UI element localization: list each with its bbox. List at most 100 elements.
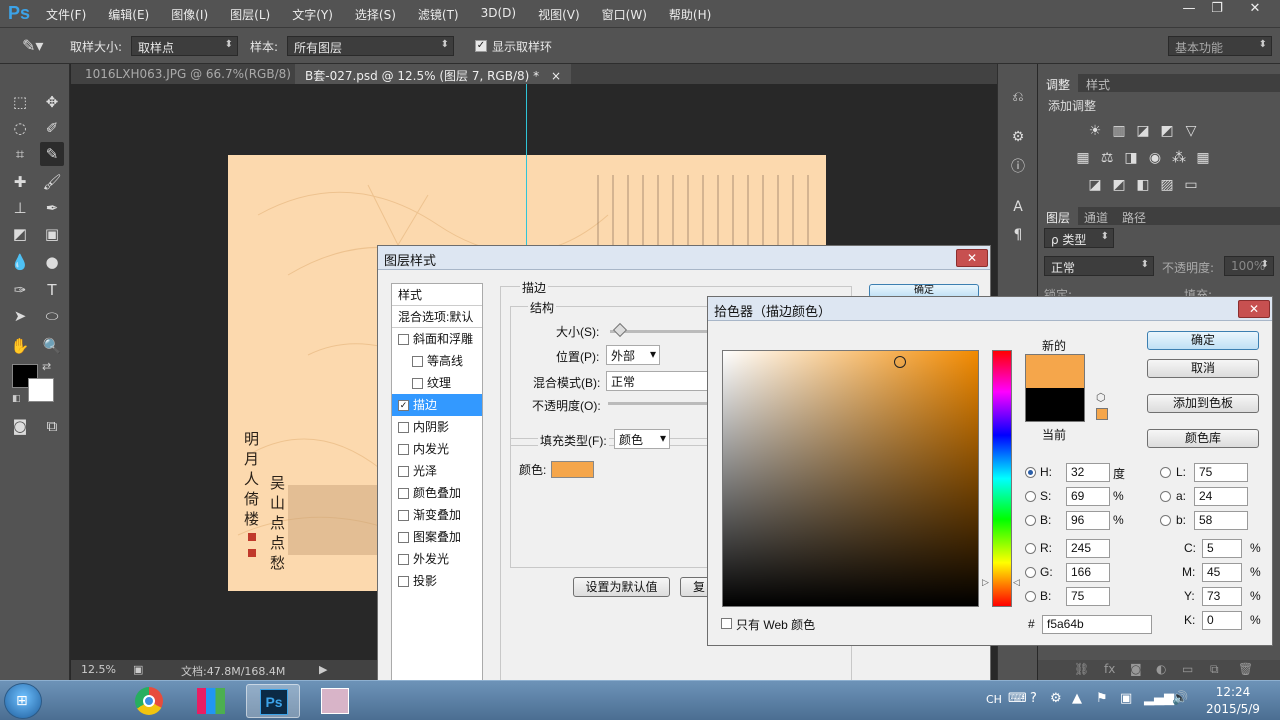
delete-layer-icon[interactable]: 🗑 [1238, 662, 1253, 676]
hue-sat-icon[interactable]: ▦ [1074, 149, 1092, 167]
color-picker-close-icon[interactable]: ✕ [1238, 300, 1270, 318]
selective-color-icon[interactable]: ▨ [1158, 176, 1176, 194]
eyedropper-tool-icon[interactable]: ✎ [40, 142, 64, 166]
style-item-color-overlay[interactable]: 颜色叠加 [392, 482, 482, 504]
h-radio[interactable] [1025, 467, 1036, 478]
lab-b-input[interactable]: 58 [1194, 511, 1248, 530]
start-button[interactable]: ⊞ [4, 683, 42, 719]
path-select-tool-icon[interactable]: ➤ [8, 304, 32, 328]
c-input[interactable]: 5 [1202, 539, 1242, 558]
doc-tab-1[interactable]: 1016LXH063.JPG @ 66.7%(RGB/8) × [75, 64, 323, 84]
gradient-tool-icon[interactable]: ▣ [40, 222, 64, 246]
g-radio[interactable] [1025, 567, 1036, 578]
a-input[interactable]: 24 [1194, 487, 1248, 506]
levels-icon[interactable]: ▥ [1110, 122, 1128, 140]
b-radio[interactable] [1025, 515, 1036, 526]
style-item-satin[interactable]: 光泽 [392, 460, 482, 482]
guide-line[interactable] [526, 84, 527, 254]
tab-layers[interactable]: 图层 [1038, 207, 1079, 225]
chrome-taskbar-icon[interactable] [122, 684, 176, 718]
hue-slider[interactable] [992, 350, 1012, 607]
character-panel-icon[interactable]: A [1009, 198, 1027, 216]
opacity-slider-track[interactable] [608, 402, 708, 405]
a-radio[interactable] [1160, 491, 1171, 502]
checkbox[interactable] [398, 575, 409, 587]
menu-file[interactable]: 文件(F) [46, 6, 98, 23]
checkbox[interactable] [398, 531, 409, 543]
gradient-map-icon[interactable]: ▭ [1182, 176, 1200, 194]
lasso-tool-icon[interactable]: ◌ [8, 116, 32, 140]
workspace-select[interactable]: 基本功能 [1168, 36, 1272, 56]
color-picker-ok-button[interactable]: 确定 [1147, 331, 1259, 350]
link-layers-icon[interactable]: ⛓ [1074, 662, 1089, 676]
style-item-bevel[interactable]: 斜面和浮雕 [392, 328, 482, 350]
s-radio[interactable] [1025, 491, 1036, 502]
hue-slider-right-arrow-icon[interactable]: ◁ [1013, 577, 1020, 588]
clone-stamp-tool-icon[interactable]: ⊥ [8, 196, 32, 220]
marquee-tool-icon[interactable]: ⬚ [8, 90, 32, 114]
current-color-swatch[interactable] [1025, 388, 1085, 422]
r-radio[interactable] [1025, 543, 1036, 554]
vibrance-icon[interactable]: ▽ [1182, 122, 1200, 140]
info-panel-icon[interactable]: ⓘ [1009, 158, 1027, 176]
menu-edit[interactable]: 编辑(E) [108, 6, 161, 23]
new-layer-icon[interactable]: ⧉ [1210, 662, 1219, 677]
add-mask-icon[interactable]: ◙ [1130, 662, 1142, 676]
pen-tool-icon[interactable]: ✑ [8, 278, 32, 302]
style-item-gradient-overlay[interactable]: 渐变叠加 [392, 504, 482, 526]
lab-b-radio[interactable] [1160, 515, 1171, 526]
y-input[interactable]: 73 [1202, 587, 1242, 606]
clock-time[interactable]: 12:24 [1208, 685, 1258, 699]
network-device-icon[interactable]: ▣ [1120, 691, 1132, 706]
healing-brush-tool-icon[interactable]: ✚ [8, 170, 32, 194]
sample-select[interactable]: 所有图层 [287, 36, 454, 56]
tab-adjustments[interactable]: 调整 [1038, 74, 1079, 92]
action-center-icon[interactable]: ⚑ [1096, 691, 1108, 706]
menu-help[interactable]: 帮助(H) [669, 6, 723, 23]
layer-blend-select[interactable]: 正常 [1044, 256, 1154, 276]
blue-radio[interactable] [1025, 591, 1036, 602]
zoom-level[interactable]: 12.5% [81, 663, 116, 676]
volume-icon[interactable]: 🔊 [1172, 691, 1188, 706]
image-viewer-taskbar-icon[interactable] [308, 684, 362, 718]
brightness-icon[interactable]: ☀ [1086, 122, 1104, 140]
history-brush-tool-icon[interactable]: ✒ [40, 196, 64, 220]
doc-tab-2[interactable]: B套-027.psd @ 12.5% (图层 7, RGB/8) * × [295, 64, 572, 84]
saturation-brightness-field[interactable] [722, 350, 979, 607]
menu-select[interactable]: 选择(S) [355, 6, 408, 23]
shape-tool-icon[interactable]: ⬭ [40, 304, 64, 328]
new-group-icon[interactable]: ▭ [1182, 662, 1193, 676]
l-radio[interactable] [1160, 467, 1171, 478]
checkbox-checked[interactable]: ✓ [398, 399, 409, 411]
menu-3d[interactable]: 3D(D) [481, 6, 528, 23]
eyedropper-preset-icon[interactable]: ✎▾ [22, 36, 43, 55]
curves-icon[interactable]: ◪ [1134, 122, 1152, 140]
style-item-inner-glow[interactable]: 内发光 [392, 438, 482, 460]
doc-tab-2-close-icon[interactable]: × [551, 69, 561, 83]
type-tool-icon[interactable]: T [40, 278, 64, 302]
menu-layer[interactable]: 图层(L) [230, 6, 282, 23]
clock-date[interactable]: 2015/5/9 [1198, 702, 1268, 716]
hex-input[interactable]: f5a64b [1042, 615, 1152, 634]
checkbox[interactable] [398, 465, 409, 477]
show-hidden-icons[interactable]: ▲ [1072, 691, 1082, 706]
ime-indicator[interactable]: CH [986, 693, 1002, 706]
background-color-swatch[interactable] [28, 378, 54, 402]
posterize-icon[interactable]: ◩ [1110, 176, 1128, 194]
checkbox[interactable] [412, 355, 423, 367]
photoshop-taskbar-icon[interactable]: Ps [246, 684, 300, 718]
quick-mask-icon[interactable]: ◙ [8, 414, 32, 438]
default-colors-icon[interactable]: ◧ [12, 394, 21, 404]
brush-tool-icon[interactable]: 🖌 [40, 170, 64, 194]
properties-panel-icon[interactable]: ⚙ [1009, 128, 1027, 146]
h-input[interactable]: 32 [1066, 463, 1110, 482]
paragraph-panel-icon[interactable]: ¶ [1009, 226, 1027, 244]
add-to-swatches-button[interactable]: 添加到色板 [1147, 394, 1259, 413]
crop-tool-icon[interactable]: ⌗ [8, 142, 32, 166]
style-item-pattern-overlay[interactable]: 图案叠加 [392, 526, 482, 548]
metro-app-taskbar-icon[interactable] [184, 684, 238, 718]
quick-select-tool-icon[interactable]: ✐ [40, 116, 64, 140]
web-colors-checkbox[interactable] [721, 618, 732, 629]
checkbox[interactable] [398, 333, 409, 345]
checkbox[interactable] [412, 377, 423, 389]
